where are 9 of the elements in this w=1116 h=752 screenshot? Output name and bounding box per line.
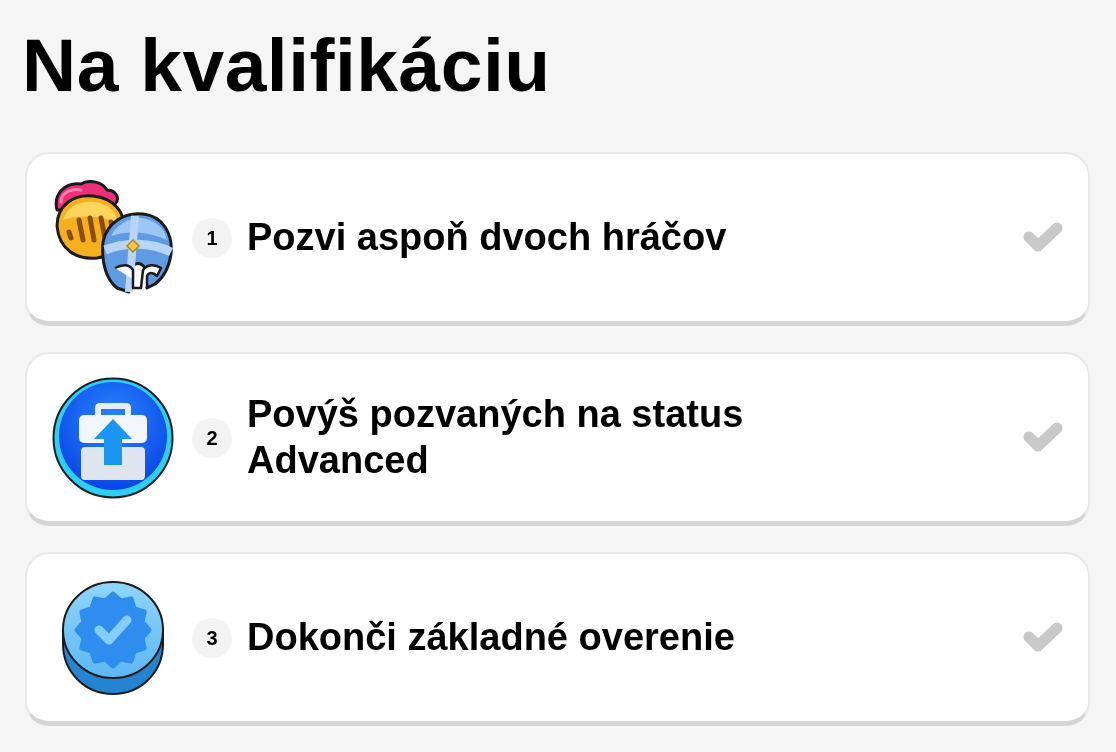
- page-title: Na kvalifikáciu: [22, 28, 551, 103]
- task-label: Povýš pozvaných na status Advanced: [247, 391, 745, 483]
- task-label: Pozvi aspoň dvoch hráčov: [247, 214, 728, 260]
- step-number: 3: [192, 617, 232, 658]
- task-label: Dokonči základné overenie: [247, 614, 736, 660]
- step-number: 2: [192, 417, 232, 458]
- briefcase-upload-icon: [51, 376, 174, 499]
- step-number: 1: [192, 217, 232, 258]
- verified-badge-icon: [60, 579, 165, 696]
